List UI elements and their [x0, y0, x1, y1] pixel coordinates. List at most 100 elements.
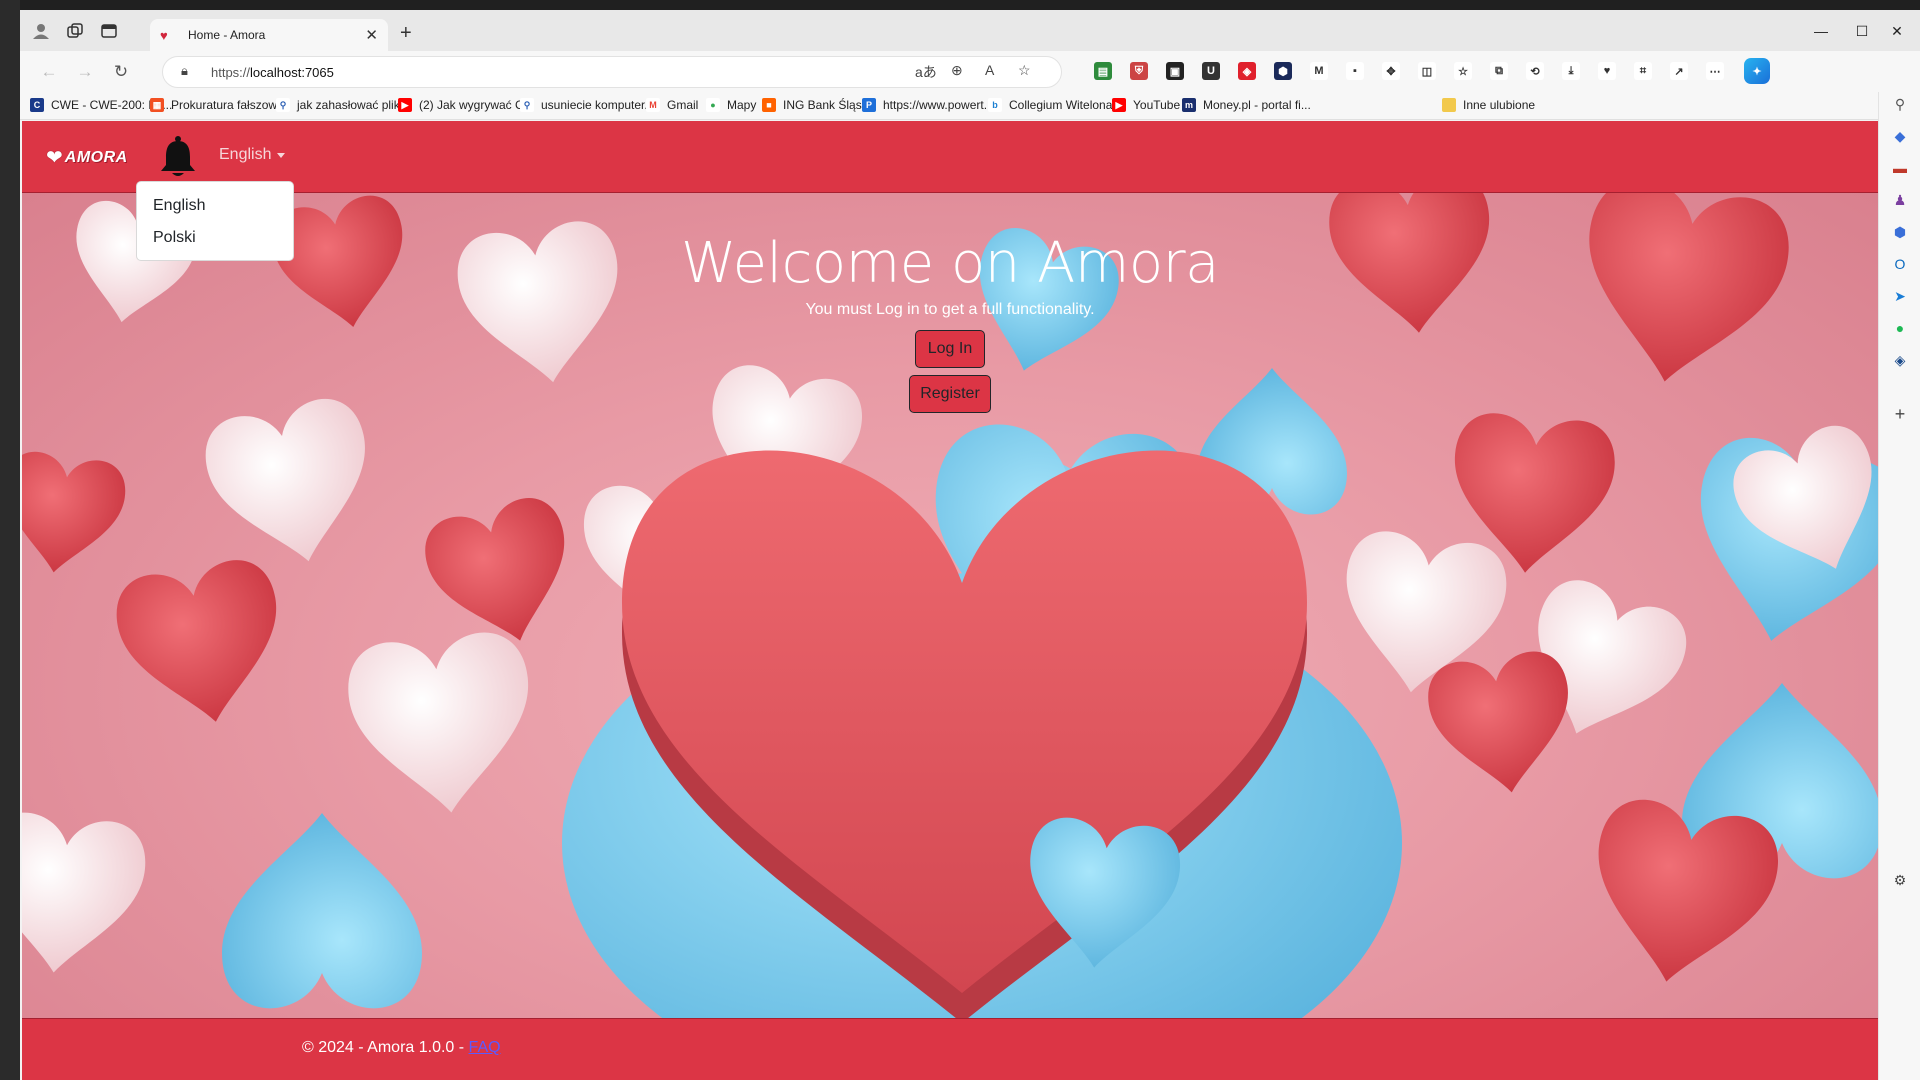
- maximize-icon[interactable]: ☐: [1847, 18, 1877, 44]
- copilot-icon[interactable]: ✦: [1744, 58, 1770, 84]
- tab-home-amora[interactable]: ♥ Home - Amora ✕: [150, 19, 388, 51]
- sidebar-tools-icon[interactable]: ▬: [1890, 158, 1910, 178]
- sidebar-shopping-icon[interactable]: ◆: [1890, 126, 1910, 146]
- sidebar-settings-icon[interactable]: ⚙: [1890, 870, 1910, 890]
- tab-title: Home - Amora: [188, 28, 266, 42]
- sidebar-m365-icon[interactable]: ⬢: [1890, 222, 1910, 242]
- refresh-icon[interactable]: ↻: [108, 59, 134, 85]
- login-button[interactable]: Log In: [915, 330, 985, 368]
- hexagon-extension-icon[interactable]: ⬢: [1274, 62, 1292, 80]
- m-extension-icon[interactable]: M: [1310, 62, 1328, 80]
- browser-window: ♥ Home - Amora ✕ + — ☐ ✕ ← → ↻ 🔒︎ https:…: [20, 10, 1920, 1080]
- sidebar-send-icon[interactable]: ➤: [1890, 286, 1910, 306]
- zoom-icon[interactable]: ⊕: [951, 62, 963, 79]
- edge-sidebar: ⚲ ◆ ▬ ♟ ⬢ O ➤ ● ◈ + ⚙: [1878, 92, 1920, 1080]
- site-navbar: ❤ AMORA English: [22, 121, 1878, 193]
- sidebar-extension-icon[interactable]: ◈: [1890, 350, 1910, 370]
- hero-subtitle: You must Log in to get a full functional…: [805, 301, 1095, 318]
- url-text: https://localhost:7065: [211, 65, 334, 80]
- lock-icon[interactable]: 🔒︎: [181, 63, 188, 79]
- bookmark-other-favorites[interactable]: Inne ulubione: [1442, 98, 1535, 112]
- heart-favicon-icon: ♥: [160, 27, 168, 43]
- bing-icon: b: [988, 98, 1002, 112]
- collections-icon[interactable]: ⧉: [1490, 62, 1508, 80]
- minimize-icon[interactable]: —: [1806, 18, 1836, 44]
- screen: ♥ Home - Amora ✕ + — ☐ ✕ ← → ↻ 🔒︎ https:…: [0, 0, 1920, 1080]
- bookmark-ing[interactable]: ■ ING Bank Śląski: [762, 98, 870, 112]
- youtube-icon: ▶: [1112, 98, 1126, 112]
- notifications-bell-icon[interactable]: [158, 135, 198, 179]
- translate-icon[interactable]: aあ: [915, 62, 937, 82]
- language-option-polski[interactable]: Polski: [137, 222, 293, 254]
- site-footer: © 2024 - Amora 1.0.0 - FAQ: [22, 1018, 1878, 1080]
- address-bar[interactable]: 🔒︎ https://localhost:7065 aあ ⊕ A ☆: [162, 56, 1062, 88]
- bookmark-powert[interactable]: Phttps://www.powert...: [862, 98, 994, 112]
- bookmark-favicon-icon: C: [30, 98, 44, 112]
- ublock-extension-icon[interactable]: U: [1202, 62, 1220, 80]
- vertical-tabs-icon[interactable]: [98, 20, 120, 42]
- favorite-star-icon[interactable]: ☆: [1018, 62, 1031, 79]
- logo-heart-icon: ❤: [46, 147, 63, 169]
- ing-lion-icon: ■: [762, 98, 776, 112]
- favorites-icon[interactable]: ☆: [1454, 62, 1472, 80]
- bookmarks-bar: C CWE - CWE-200: Ex... ▦ Prokuratura fałsz…: [20, 92, 1920, 120]
- close-tab-icon[interactable]: ✕: [365, 26, 378, 44]
- bookmark-youtube[interactable]: ▶ YouTube: [1112, 98, 1180, 112]
- sidebar-outlook-icon[interactable]: O: [1890, 254, 1910, 274]
- register-button[interactable]: Register: [909, 375, 991, 413]
- microsoft-icon: ▦: [150, 98, 164, 112]
- language-dropdown-toggle[interactable]: English: [219, 146, 286, 164]
- downloads-icon[interactable]: ⤓: [1562, 62, 1580, 80]
- share-icon[interactable]: ↗: [1670, 62, 1688, 80]
- bookmark-gmail[interactable]: M Gmail: [646, 98, 698, 112]
- read-aloud-icon[interactable]: A: [985, 62, 994, 78]
- search-icon: ⚲: [520, 98, 534, 112]
- language-toggle-label: English: [219, 146, 272, 163]
- shield-extension-icon[interactable]: ⛨: [1130, 62, 1148, 80]
- folder-icon: [1442, 98, 1456, 112]
- close-window-icon[interactable]: ✕: [1882, 18, 1912, 44]
- bookmark-jak-wygrywac[interactable]: ▶ (2) Jak wygrywać C...: [398, 98, 534, 112]
- bookmark-collegium[interactable]: b Collegium Witelona...: [988, 98, 1122, 112]
- screenshot-icon[interactable]: ⌗: [1634, 62, 1652, 80]
- new-tab-icon[interactable]: +: [400, 22, 412, 45]
- faq-link[interactable]: FAQ: [469, 1039, 501, 1056]
- money-pl-icon: m: [1182, 98, 1196, 112]
- sidebar-spotify-icon[interactable]: ●: [1890, 318, 1910, 338]
- hero-section: Welcome on Amora You must Log in to get …: [22, 193, 1878, 1018]
- more-menu-icon[interactable]: ⋯: [1706, 62, 1724, 80]
- bookmark-prokuratura[interactable]: ▦ Prokuratura fałszow...: [150, 98, 286, 112]
- red-extension-icon[interactable]: ◈: [1238, 62, 1256, 80]
- amora-logo[interactable]: ❤ AMORA: [46, 145, 128, 170]
- image-extension-icon[interactable]: ▣: [1166, 62, 1184, 80]
- bookmark-zahaslowac[interactable]: ⚲ jak zahasłować plik...: [276, 98, 410, 112]
- profile-icon[interactable]: [30, 20, 52, 42]
- logo-text: AMORA: [64, 148, 128, 166]
- workspaces-icon[interactable]: [64, 20, 86, 42]
- back-icon[interactable]: ←: [36, 59, 62, 85]
- maps-pin-icon: ●: [706, 98, 720, 112]
- caret-down-icon: [277, 152, 286, 158]
- footer-copyright-text: © 2024 - Amora 1.0.0 -: [302, 1039, 469, 1056]
- bookmark-usuniecie[interactable]: ⚲ usuniecie komputer...: [520, 98, 654, 112]
- tab-bar: ♥ Home - Amora ✕ + — ☐ ✕: [20, 10, 1920, 51]
- extensions-puzzle-icon[interactable]: ✥: [1382, 62, 1400, 80]
- bookmark-money[interactable]: m Money.pl - portal fi...: [1182, 98, 1311, 112]
- footer-copyright: © 2024 - Amora 1.0.0 - FAQ: [302, 1039, 501, 1057]
- performance-icon[interactable]: ♥: [1598, 62, 1616, 80]
- powert-icon: P: [862, 98, 876, 112]
- split-screen-icon[interactable]: ◫: [1418, 62, 1436, 80]
- sidebar-add-icon[interactable]: +: [1890, 404, 1910, 424]
- sidebar-games-icon[interactable]: ♟: [1890, 190, 1910, 210]
- page-viewport: ❤ AMORA English English Polski Welcome o…: [22, 121, 1878, 1080]
- language-option-english[interactable]: English: [137, 190, 293, 222]
- history-icon[interactable]: ⟲: [1526, 62, 1544, 80]
- hero-title: Welcome on Amora: [681, 231, 1219, 296]
- sidebar-search-icon[interactable]: ⚲: [1890, 94, 1910, 114]
- language-dropdown-menu: English Polski: [136, 181, 294, 261]
- dots-extension-icon[interactable]: ▪: [1346, 62, 1364, 80]
- printer-extension-icon[interactable]: ▤: [1094, 62, 1112, 80]
- bookmark-mapy[interactable]: ● Mapy: [706, 98, 756, 112]
- forward-icon[interactable]: →: [72, 59, 98, 85]
- youtube-icon: ▶: [398, 98, 412, 112]
